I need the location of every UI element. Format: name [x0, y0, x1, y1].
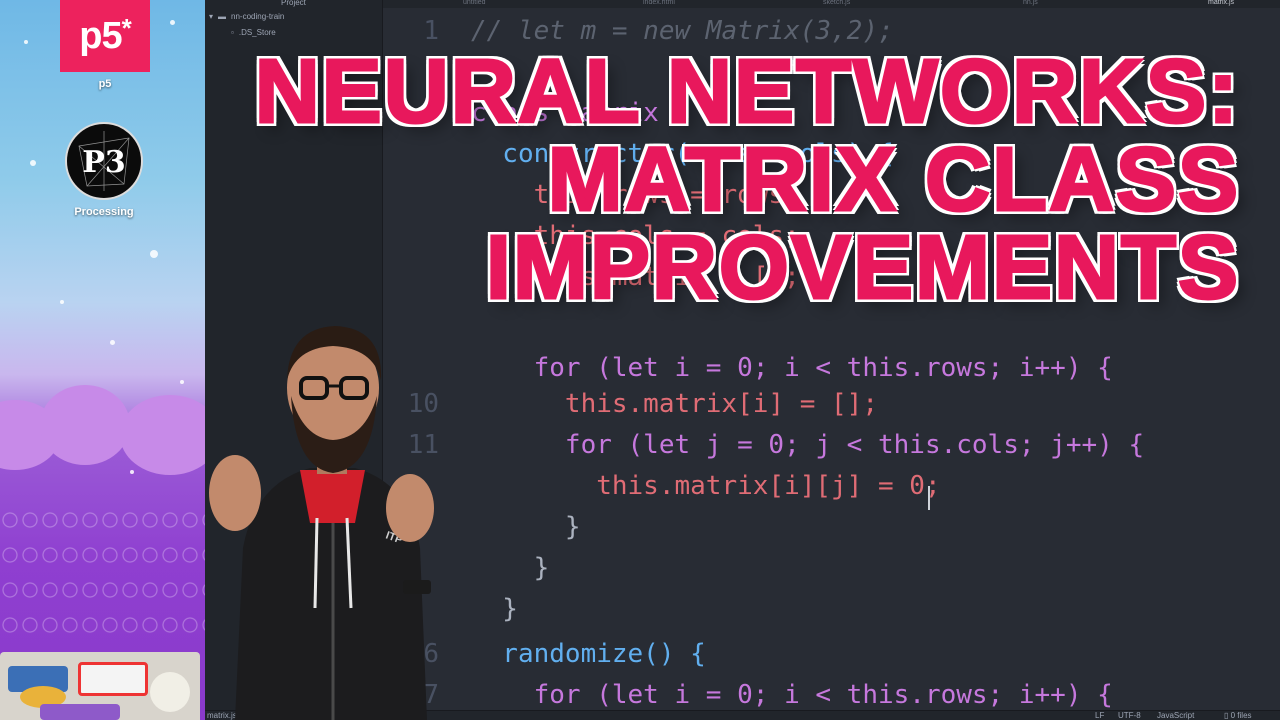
line-text: for (let i = 0; i < this.rows; i++) {: [471, 353, 1113, 383]
line-text: }: [471, 512, 581, 542]
processing-icon-label: Processing: [74, 206, 134, 218]
cloud: [40, 385, 130, 465]
presenter-figure: ITP: [205, 318, 455, 720]
code-line: 6 randomize() {: [383, 634, 1280, 675]
cloud: [120, 395, 205, 475]
tab-nn-js[interactable]: nn.js: [1023, 0, 1038, 8]
line-text: this.matrix[i][j] = 0;: [471, 471, 941, 501]
tree-file-label: .DS_Store: [238, 27, 276, 37]
status-files-icon: ▯: [1224, 711, 1231, 720]
line-text: this.matrix[i] = [];: [471, 389, 878, 419]
star: [170, 20, 175, 25]
star: [60, 300, 64, 304]
wallpaper-pattern: [0, 545, 205, 565]
wallpaper-pattern: [0, 615, 205, 635]
star: [110, 340, 115, 345]
tree-folder-root[interactable]: ▾ ▬ nn-coding-train: [205, 8, 382, 24]
desktop-wallpaper: p5 * p5 P3 Processing: [0, 0, 205, 720]
star: [180, 380, 184, 384]
file-icon: ▫: [231, 27, 234, 37]
sticker-laptop: [0, 652, 200, 720]
p5-logo: p5 *: [60, 0, 150, 72]
tree-file-row[interactable]: ▫ .DS_Store: [205, 24, 382, 40]
status-grammar[interactable]: JavaScript: [1157, 711, 1194, 720]
tab-index-html[interactable]: index.html: [643, 0, 675, 8]
status-files-label: 0 files: [1230, 711, 1252, 720]
line-text: }: [471, 594, 518, 624]
folder-icon: ▬: [218, 11, 227, 21]
line-text: randomize() {: [471, 639, 706, 669]
rainbow-sticker: [78, 662, 148, 696]
line-text: for (let i = 0; i < this.rows; i++) {: [471, 680, 1113, 710]
title-line-1: NEURAL NETWORKS:: [253, 42, 1240, 142]
text-cursor: [928, 486, 930, 510]
status-line-ending[interactable]: LF: [1095, 711, 1104, 720]
video-title-overlay: NEURAL NETWORKS: MATRIX CLASS IMPROVEMEN…: [253, 42, 1240, 318]
svg-text:P3: P3: [82, 145, 125, 180]
code-line: for (let i = 0; i < this.rows; i++) {: [383, 348, 1280, 389]
tab-sketch-js[interactable]: sketch.js: [823, 0, 850, 8]
star: [24, 40, 28, 44]
p5-icon-label: p5: [98, 78, 112, 90]
p5-desktop-icon[interactable]: p5 * p5: [60, 0, 150, 90]
star: [130, 470, 134, 474]
tree-header: Project: [281, 0, 306, 7]
code-line: }: [383, 548, 1280, 589]
processing-logo-icon: P3: [65, 122, 143, 200]
code-line: this.matrix[i][j] = 0;: [383, 466, 1280, 507]
wallpaper-pattern: [0, 510, 205, 530]
tab-matrix-js[interactable]: matrix.js: [1208, 0, 1234, 8]
code-line: 11 for (let j = 0; j < this.cols; j++) {: [383, 425, 1280, 466]
code-line: }: [383, 589, 1280, 630]
p5-logo-mark: *: [121, 12, 132, 43]
wallpaper-pattern: [0, 580, 205, 600]
p5-logo-text: p5: [79, 14, 122, 57]
line-text: for (let j = 0; j < this.cols; j++) {: [471, 430, 1145, 460]
star: [30, 160, 36, 166]
star: [150, 250, 158, 258]
code-line: 7 for (let i = 0; i < this.rows; i++) {: [383, 675, 1280, 710]
sticker: [40, 704, 120, 720]
code-line: }: [383, 507, 1280, 548]
chevron-down-icon: ▾: [209, 11, 214, 21]
code-line: 10 this.matrix[i] = [];: [383, 384, 1280, 425]
title-line-3: IMPROVEMENTS: [484, 218, 1240, 318]
editor-tab-bar: untitled index.html sketch.js nn.js matr…: [383, 0, 1280, 8]
processing-desktop-icon[interactable]: P3 Processing: [60, 122, 148, 218]
status-encoding[interactable]: UTF-8: [1118, 711, 1141, 720]
tab-untitled[interactable]: untitled: [463, 0, 486, 8]
status-file-count[interactable]: ▯ 0 files: [1224, 711, 1252, 720]
line-text: }: [471, 553, 550, 583]
title-line-2: MATRIX CLASS: [546, 130, 1240, 230]
tree-folder-label: nn-coding-train: [231, 11, 285, 21]
sticker: [150, 672, 190, 712]
